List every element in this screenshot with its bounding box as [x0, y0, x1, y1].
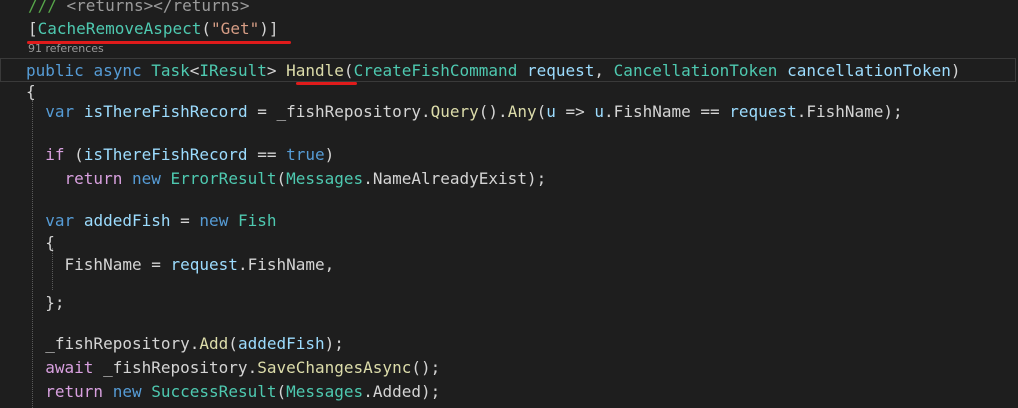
code-token: ( — [228, 334, 238, 353]
code-token: "Get" — [211, 19, 260, 38]
code-token: u — [594, 102, 605, 121]
code-token: /// — [28, 0, 67, 15]
code-token: ( — [64, 145, 84, 164]
code-token: request — [526, 61, 595, 80]
code-token: .Added); — [363, 382, 441, 401]
code-token: Fish — [237, 211, 277, 230]
code-token: addedFish — [237, 334, 325, 353]
code-token: ErrorResult — [170, 169, 277, 188]
code-token: => — [555, 102, 595, 121]
code-token: var — [45, 211, 75, 230]
code-token: SaveChangesAsync — [257, 358, 412, 377]
indent-guide — [32, 100, 33, 408]
code-token: == — [247, 145, 287, 164]
code-token: IResult — [199, 61, 267, 80]
code-token: request — [729, 102, 797, 121]
code-token: ) — [324, 145, 335, 164]
code-token: Add — [199, 334, 229, 353]
code-token: .FishName); — [796, 102, 903, 121]
code-token: ( — [536, 102, 547, 121]
code-line[interactable]: await _fishRepository.SaveChangesAsync()… — [0, 355, 1018, 381]
code-token: await — [45, 358, 94, 377]
code-token: ( — [276, 382, 287, 401]
code-token: )] — [259, 19, 279, 38]
code-line[interactable]: [CacheRemoveAspect("Get")] — [0, 16, 1018, 42]
code-token: Handle — [286, 61, 344, 80]
code-token: Messages — [286, 169, 364, 188]
code-token: , — [594, 61, 614, 80]
code-token: = _fishRepository. — [247, 102, 431, 121]
code-token: > — [266, 61, 287, 80]
code-token: isThereFishRecord — [83, 145, 248, 164]
code-token: _fishRepository. — [93, 358, 258, 377]
code-token: Messages — [286, 382, 364, 401]
code-token: CacheRemoveAspect — [37, 19, 202, 38]
code-token: SuccessResult — [151, 382, 277, 401]
code-token: Query — [430, 102, 479, 121]
code-line[interactable]: return new ErrorResult(Messages.NameAlre… — [0, 166, 1018, 192]
code-token: ( — [201, 19, 212, 38]
code-token: (); — [411, 358, 441, 377]
code-token: ) — [950, 61, 961, 80]
code-token: return — [64, 169, 123, 188]
code-token: new — [112, 382, 142, 401]
code-token: = — [170, 211, 200, 230]
code-token: var — [45, 102, 75, 121]
code-token: new — [131, 169, 161, 188]
code-token: return — [45, 382, 104, 401]
code-token: < — [189, 61, 200, 80]
code-token: ( — [343, 61, 354, 80]
code-token: addedFish — [83, 211, 171, 230]
code-line[interactable]: return new SuccessResult(Messages.Added)… — [0, 379, 1018, 405]
code-token: <returns></returns> — [66, 0, 250, 15]
code-token: if — [45, 145, 65, 164]
code-token: .FishName == — [604, 102, 730, 121]
code-token: _fishRepository. — [26, 334, 200, 353]
code-token: public — [26, 61, 84, 80]
code-token: ( — [276, 169, 287, 188]
code-token: cancellationToken — [787, 61, 951, 80]
code-token: Any — [507, 102, 537, 121]
code-token: .NameAlreadyExist); — [363, 169, 547, 188]
code-token: (). — [478, 102, 508, 121]
code-line[interactable]: if (isThereFishRecord == true) — [0, 142, 1018, 168]
code-token: CreateFishCommand — [353, 61, 518, 80]
code-token: Task — [151, 61, 190, 80]
code-token: CancellationToken — [613, 61, 778, 80]
attribute-underline — [27, 41, 291, 44]
method-name-underline — [296, 82, 357, 85]
code-token: new — [199, 211, 229, 230]
code-token: isThereFishRecord — [83, 102, 248, 121]
code-line[interactable]: var isThereFishRecord = _fishRepository.… — [0, 99, 1018, 125]
code-editor[interactable]: /// <returns></returns> [CacheRemoveAspec… — [0, 0, 1018, 408]
code-token: u — [546, 102, 556, 121]
code-token: true — [286, 145, 325, 164]
indent-guide — [52, 248, 53, 290]
code-token: { — [26, 233, 55, 252]
code-token: ); — [324, 334, 344, 353]
code-token: [ — [28, 19, 38, 38]
code-line[interactable]: _fishRepository.Add(addedFish); — [0, 331, 1018, 357]
code-token: async — [93, 61, 142, 80]
